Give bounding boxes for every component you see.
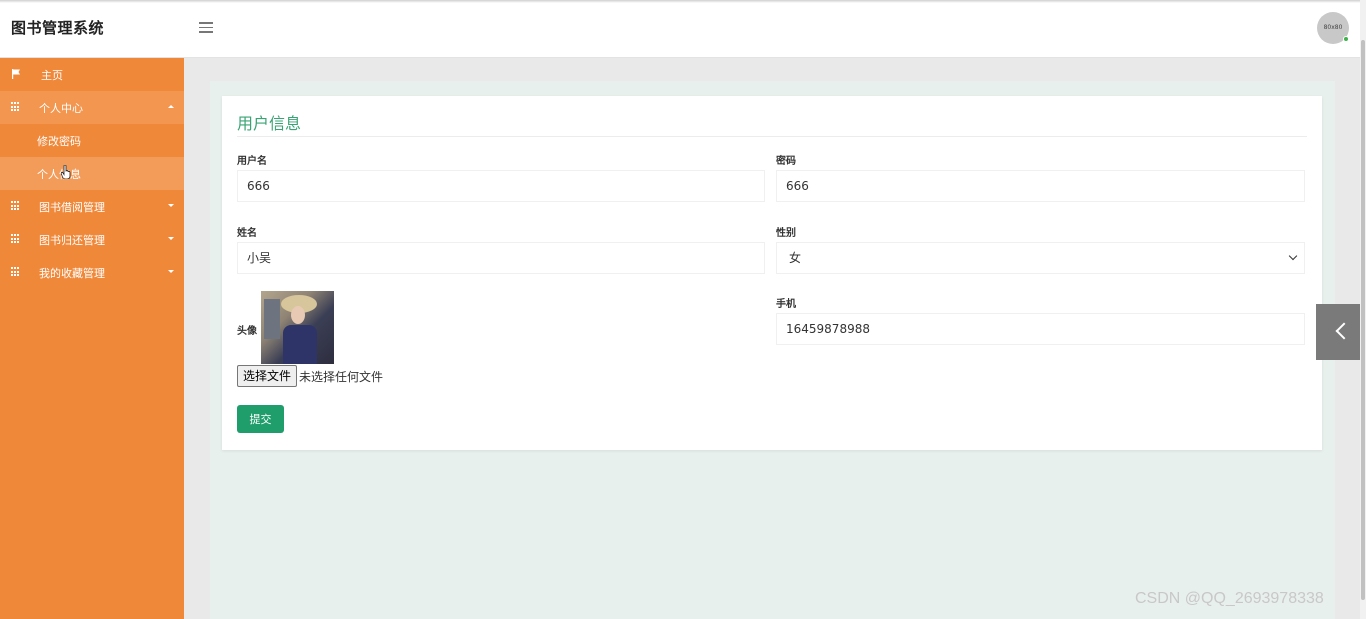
gender-select[interactable]: 女 xyxy=(776,242,1305,274)
submit-button[interactable]: 提交 xyxy=(237,405,284,433)
sidebar-item-label: 我的收藏管理 xyxy=(39,266,105,280)
grid-icon xyxy=(11,234,21,244)
sidebar-item-borrow-management[interactable]: 图书借阅管理 xyxy=(0,190,184,223)
username-input[interactable]: 666 xyxy=(237,170,765,202)
chevron-left-icon xyxy=(1335,322,1353,340)
phone-label: 手机 xyxy=(776,299,796,310)
user-avatar[interactable]: 80x80 xyxy=(1317,12,1349,44)
grid-icon xyxy=(11,102,21,112)
flag-icon xyxy=(12,69,20,79)
title-divider xyxy=(237,136,1307,137)
name-label: 姓名 xyxy=(237,228,257,239)
scrollbar-thumb[interactable] xyxy=(1361,40,1365,600)
avatar-image xyxy=(261,291,334,364)
avatar-label: 头像 xyxy=(237,326,257,337)
page-scrollbar[interactable] xyxy=(1360,0,1366,619)
sidebar-subitem-change-password[interactable]: 修改密码 xyxy=(0,124,184,157)
sidebar-item-personal-center[interactable]: 个人中心 xyxy=(0,91,184,124)
chevron-down-icon xyxy=(168,204,174,207)
sidebar: 主页 个人中心 修改密码 个人信息 图书借阅管理 图书归还管理 我的收藏管理 xyxy=(0,58,184,619)
name-input[interactable]: 小吴 xyxy=(237,242,765,274)
sidebar-item-return-management[interactable]: 图书归还管理 xyxy=(0,223,184,256)
password-input[interactable]: 666 xyxy=(776,170,1305,202)
password-label: 密码 xyxy=(776,156,796,167)
app-title: 图书管理系统 xyxy=(11,19,105,37)
top-bar: 图书管理系统 80x80 xyxy=(0,0,1366,58)
chevron-up-icon xyxy=(168,105,174,108)
sidebar-item-label: 主页 xyxy=(41,68,63,82)
online-status-dot xyxy=(1343,36,1349,42)
sidebar-subitem-personal-info[interactable]: 个人信息 xyxy=(0,157,184,190)
page-title: 用户信息 xyxy=(237,114,302,133)
choose-file-button[interactable]: 选择文件 xyxy=(237,365,298,387)
sidebar-item-label: 个人信息 xyxy=(37,167,81,181)
menu-toggle-icon[interactable] xyxy=(199,22,213,33)
grid-icon xyxy=(11,201,21,211)
gender-selected-value: 女 xyxy=(789,251,802,265)
chevron-down-icon xyxy=(168,270,174,273)
chevron-down-icon xyxy=(168,237,174,240)
sidebar-item-home[interactable]: 主页 xyxy=(0,58,184,91)
phone-input[interactable]: 16459878988 xyxy=(776,313,1305,345)
gender-label: 性别 xyxy=(776,228,796,239)
avatar-placeholder-text: 80x80 xyxy=(1323,24,1343,31)
hand-cursor-icon xyxy=(61,165,71,179)
chevron-down-icon xyxy=(1288,251,1298,261)
file-status-text: 未选择任何文件 xyxy=(299,370,384,384)
sidebar-item-label: 修改密码 xyxy=(37,134,81,148)
watermark: CSDN @QQ_2693978338 xyxy=(1135,590,1324,607)
sidebar-item-label: 个人中心 xyxy=(39,101,83,115)
side-panel-toggle[interactable] xyxy=(1316,304,1366,360)
sidebar-item-favorites-management[interactable]: 我的收藏管理 xyxy=(0,256,184,289)
username-label: 用户名 xyxy=(237,156,267,167)
sidebar-item-label: 图书归还管理 xyxy=(39,233,105,247)
sidebar-item-label: 图书借阅管理 xyxy=(39,200,105,214)
user-info-card: 用户信息 用户名 666 密码 666 姓名 小吴 性别 女 头像 选择文件 未… xyxy=(222,96,1322,450)
grid-icon xyxy=(11,267,21,277)
